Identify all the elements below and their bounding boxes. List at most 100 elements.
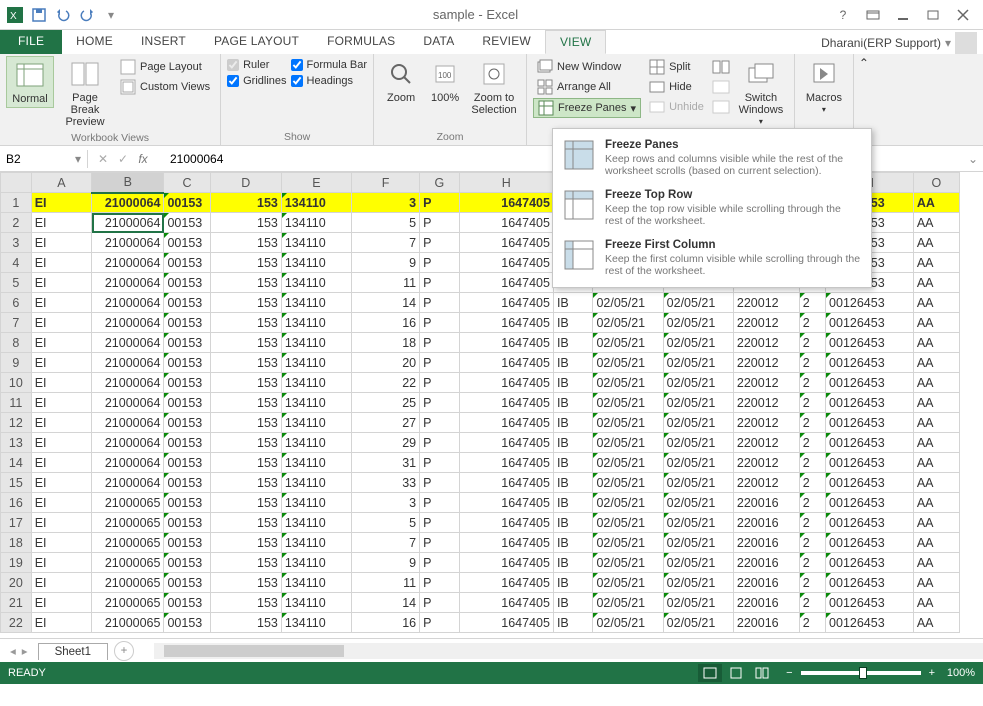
cell[interactable]: 220012	[733, 333, 799, 353]
cell[interactable]: 00126453	[826, 613, 914, 633]
cell[interactable]: 153	[210, 533, 281, 553]
row-header[interactable]: 7	[1, 313, 32, 333]
col-header[interactable]: O	[913, 173, 959, 193]
cell[interactable]: 02/05/21	[663, 493, 733, 513]
cell[interactable]: 153	[210, 593, 281, 613]
cell[interactable]: 134110	[281, 473, 351, 493]
cell[interactable]: 31	[352, 453, 420, 473]
cell[interactable]: 00153	[164, 353, 210, 373]
cell[interactable]: 220016	[733, 513, 799, 533]
cell[interactable]: 220016	[733, 553, 799, 573]
cell[interactable]: IB	[553, 353, 593, 373]
gridlines-checkbox[interactable]: Gridlines	[227, 74, 286, 88]
cell[interactable]: 153	[210, 433, 281, 453]
cell[interactable]: 1647405	[459, 333, 553, 353]
cell[interactable]: AA	[913, 533, 959, 553]
cell[interactable]: P	[420, 333, 460, 353]
cell[interactable]: 1647405	[459, 353, 553, 373]
cell[interactable]: 02/05/21	[663, 573, 733, 593]
cell[interactable]: 00153	[164, 393, 210, 413]
cell[interactable]: 02/05/21	[593, 573, 663, 593]
cell[interactable]: 02/05/21	[593, 533, 663, 553]
cell[interactable]: EI	[31, 313, 91, 333]
cell[interactable]: 21000064	[92, 213, 164, 233]
cell[interactable]: 02/05/21	[593, 353, 663, 373]
cell[interactable]: 00153	[164, 413, 210, 433]
cell[interactable]: IB	[553, 433, 593, 453]
cell[interactable]: EI	[31, 373, 91, 393]
cell[interactable]: 00153	[164, 473, 210, 493]
cell[interactable]: 153	[210, 213, 281, 233]
cell[interactable]: 220016	[733, 613, 799, 633]
cell[interactable]: 00126453	[826, 373, 914, 393]
cell[interactable]: 2	[799, 313, 825, 333]
cell[interactable]: 5	[352, 213, 420, 233]
cell[interactable]: 21000064	[92, 373, 164, 393]
cell[interactable]: 5	[352, 513, 420, 533]
cell[interactable]: EI	[31, 393, 91, 413]
cell[interactable]: 21000065	[92, 573, 164, 593]
cell[interactable]: 33	[352, 473, 420, 493]
page-break-view-icon[interactable]	[750, 664, 774, 682]
cell[interactable]: 134110	[281, 533, 351, 553]
cell[interactable]: 02/05/21	[593, 513, 663, 533]
name-box[interactable]: ▾	[0, 150, 88, 168]
cell[interactable]: P	[420, 253, 460, 273]
cell[interactable]: 1647405	[459, 593, 553, 613]
horizontal-scrollbar[interactable]	[154, 643, 983, 659]
cell[interactable]: IB	[553, 533, 593, 553]
cell[interactable]: P	[420, 233, 460, 253]
cell[interactable]: 1647405	[459, 573, 553, 593]
cell[interactable]: AA	[913, 213, 959, 233]
cell[interactable]: 134110	[281, 353, 351, 373]
cell[interactable]: 00153	[164, 253, 210, 273]
cell[interactable]: EI	[31, 453, 91, 473]
cell[interactable]: 00153	[164, 233, 210, 253]
cell[interactable]: 22	[352, 373, 420, 393]
cell[interactable]: EI	[31, 513, 91, 533]
cell[interactable]: 134110	[281, 413, 351, 433]
row-header[interactable]: 18	[1, 533, 32, 553]
cell[interactable]: EI	[31, 573, 91, 593]
cell[interactable]: AA	[913, 553, 959, 573]
redo-icon[interactable]	[76, 4, 98, 26]
name-box-input[interactable]	[6, 152, 66, 166]
cell[interactable]: AA	[913, 333, 959, 353]
new-window-button[interactable]: New Window	[533, 58, 641, 76]
cell[interactable]: 134110	[281, 453, 351, 473]
cell[interactable]: 1647405	[459, 613, 553, 633]
tab-page-layout[interactable]: PAGE LAYOUT	[200, 30, 313, 54]
row-header[interactable]: 17	[1, 513, 32, 533]
cell[interactable]: 21000064	[92, 413, 164, 433]
cell[interactable]: 02/05/21	[663, 513, 733, 533]
cell[interactable]: AA	[913, 253, 959, 273]
cell[interactable]: 02/05/21	[663, 293, 733, 313]
row-header[interactable]: 20	[1, 573, 32, 593]
add-sheet-button[interactable]: +	[114, 641, 134, 661]
cell[interactable]: 2	[799, 373, 825, 393]
cell[interactable]: 134110	[281, 553, 351, 573]
cell[interactable]: 00126453	[826, 313, 914, 333]
ribbon-display-icon[interactable]	[859, 5, 887, 25]
cell[interactable]: 00153	[164, 593, 210, 613]
cell[interactable]: 153	[210, 393, 281, 413]
normal-view-icon[interactable]	[698, 664, 722, 682]
cell[interactable]: 02/05/21	[593, 393, 663, 413]
cell[interactable]: 02/05/21	[663, 373, 733, 393]
cell[interactable]: 02/05/21	[593, 493, 663, 513]
cell[interactable]: 21000065	[92, 493, 164, 513]
row-header[interactable]: 6	[1, 293, 32, 313]
cell[interactable]: P	[420, 493, 460, 513]
cell[interactable]: EI	[31, 273, 91, 293]
col-header[interactable]: B	[92, 173, 164, 193]
cell[interactable]: 21000064	[92, 233, 164, 253]
cell[interactable]: EI	[31, 253, 91, 273]
excel-icon[interactable]: X	[4, 4, 26, 26]
col-header[interactable]: A	[31, 173, 91, 193]
cell[interactable]: P	[420, 553, 460, 573]
cell[interactable]: 3	[352, 193, 420, 213]
cell[interactable]: 153	[210, 613, 281, 633]
cell[interactable]: EI	[31, 193, 91, 213]
split-button[interactable]: Split	[645, 58, 708, 76]
cell[interactable]: 02/05/21	[663, 333, 733, 353]
